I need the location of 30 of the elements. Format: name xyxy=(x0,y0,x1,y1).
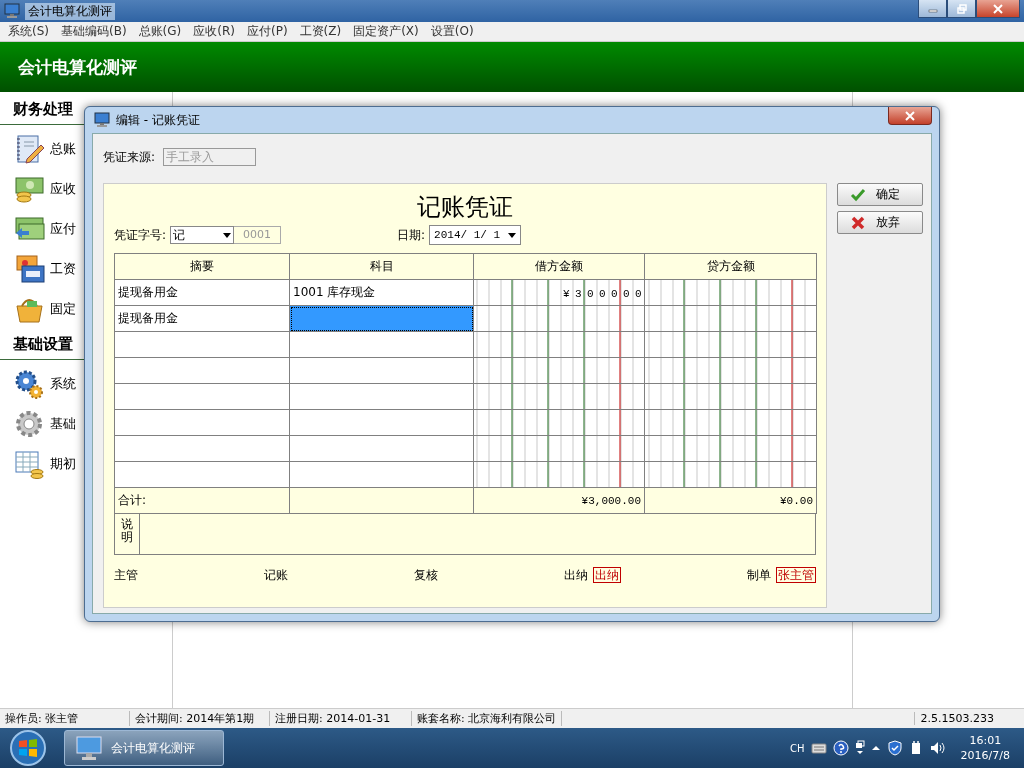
app-heading: 会计电算化测评 xyxy=(18,55,137,79)
signature-label: 主管 xyxy=(114,566,138,584)
dropdown-value: 记 xyxy=(173,226,186,244)
total-amount: ¥0.00 xyxy=(644,487,817,514)
column-header: 借方金额 xyxy=(473,253,645,280)
signature-stamp: 出纳 xyxy=(593,567,621,583)
status-text: 会计期间: 2014年第1期 xyxy=(130,711,270,726)
status-text: 2.5.1503.233 xyxy=(914,712,1024,725)
note-label: 说明 xyxy=(121,518,133,547)
field-label: 凭证字号: xyxy=(114,226,167,244)
field-label: 日期: xyxy=(397,226,426,244)
status-text: 注册日期: 2014-01-31 xyxy=(270,711,412,726)
clock-time: 16:01 xyxy=(969,733,1002,748)
field-label: 凭证来源: xyxy=(103,148,156,166)
status-text: 操作员: 张主管 xyxy=(0,711,130,726)
date-value: 2014/ 1/ 1 xyxy=(434,229,501,241)
window-title: 会计电算化测评 xyxy=(25,2,115,20)
status-text: 账套名称: 北京海利有限公司 xyxy=(412,711,563,726)
column-header: 科目 xyxy=(289,253,474,280)
clock-date: 2016/7/8 xyxy=(960,748,1010,763)
signature-label: 复核 xyxy=(414,566,438,584)
column-header: 摘要 xyxy=(114,253,290,280)
signature-label: 制单 xyxy=(747,566,771,584)
signature-stamp: 张主管 xyxy=(776,567,816,583)
column-header: 贷方金额 xyxy=(644,253,817,280)
voucher-title: 记账凭证 xyxy=(416,192,514,222)
total-label: 合计: xyxy=(114,487,290,514)
signature-label: 记账 xyxy=(264,566,288,584)
signature-label: 出纳 xyxy=(564,566,588,584)
total-amount: ¥3,000.00 xyxy=(473,487,645,514)
